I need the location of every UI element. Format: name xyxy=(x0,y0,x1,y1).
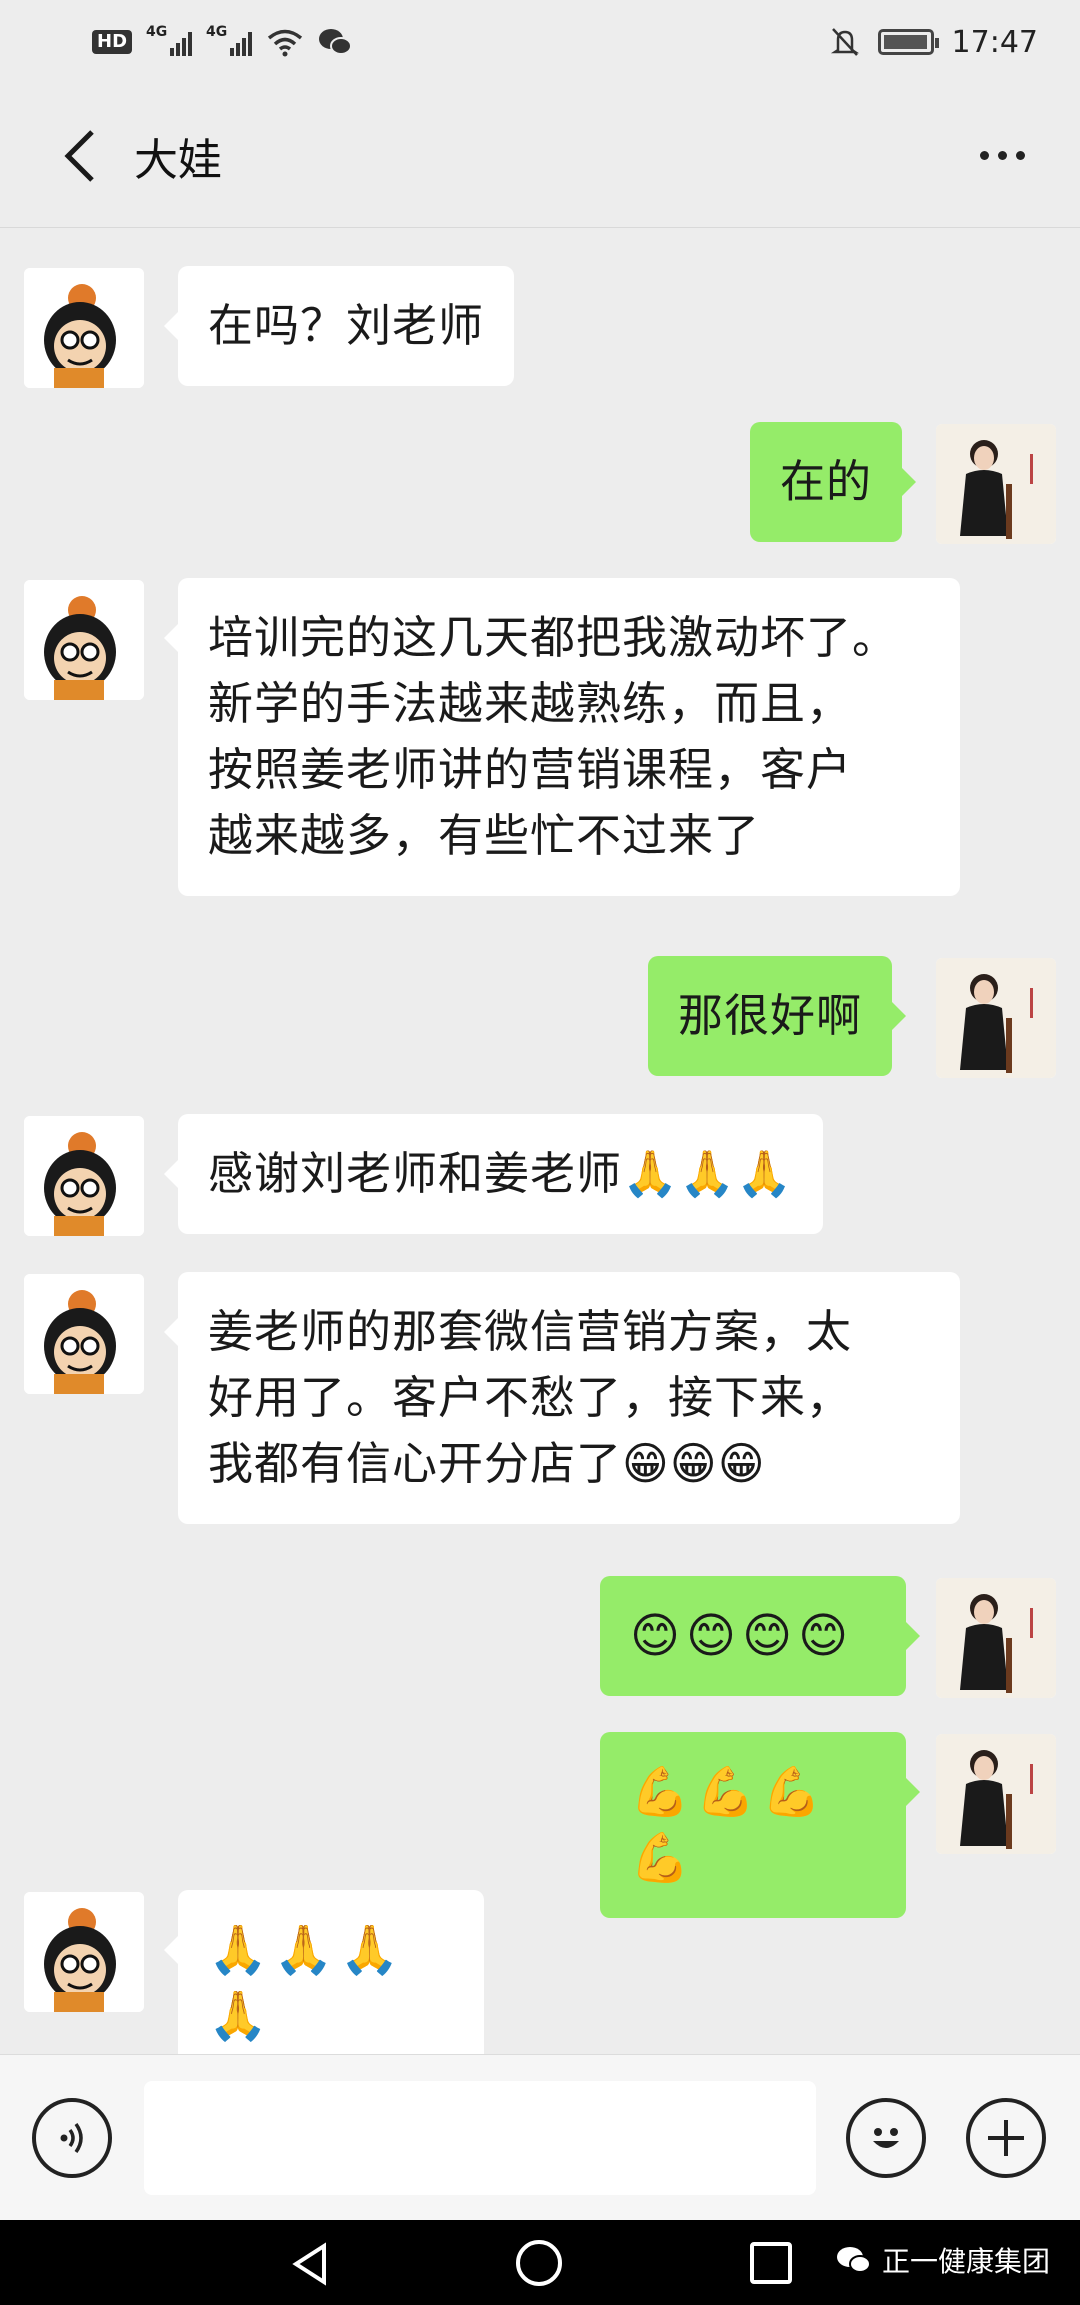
hd-badge: HD xyxy=(92,30,133,54)
contact-avatar[interactable] xyxy=(24,1892,144,2012)
emoji-button[interactable] xyxy=(846,2098,926,2178)
voice-icon xyxy=(60,2122,83,2154)
contact-avatar[interactable] xyxy=(24,580,144,700)
message-bubble-sent[interactable]: 那很好啊 xyxy=(648,956,907,1076)
message-bubble-received[interactable]: 在吗？刘老师 xyxy=(163,266,515,386)
message-bubble-received[interactable]: 感谢刘老师和姜老师🙏🙏🙏 xyxy=(163,1114,824,1234)
watermark-text: 正一健康集团 xyxy=(882,2245,1051,2278)
more-button[interactable] xyxy=(962,126,1042,186)
more-dots-icon xyxy=(979,151,989,160)
my-avatar[interactable] xyxy=(936,1578,1056,1698)
wechat-icon xyxy=(319,29,353,55)
message-bubble-received[interactable]: 🙏🙏🙏🙏 xyxy=(164,1890,484,2076)
status-right: 17:47 xyxy=(830,25,1038,60)
emoji-icon xyxy=(873,2128,899,2148)
contact-avatar[interactable] xyxy=(24,1274,144,1394)
voice-button[interactable] xyxy=(32,2098,112,2178)
chevron-left-icon xyxy=(64,129,94,182)
nav-back-icon[interactable] xyxy=(290,2242,330,2286)
battery-icon xyxy=(877,29,939,55)
message-bubble-sent[interactable]: 在的 xyxy=(750,422,917,542)
nav-recent-icon[interactable] xyxy=(750,2242,792,2284)
contact-avatar[interactable] xyxy=(24,1116,144,1236)
signal-label: 4G xyxy=(146,24,168,40)
watermark: 正一健康集团 xyxy=(836,2240,1050,2280)
system-nav-bar: 正一健康集团 xyxy=(0,2220,1080,2305)
message-bubble-received[interactable]: 培训完的这几天都把我激动坏了。 新学的手法越来越熟练，而且， 按照姜老师讲的营销… xyxy=(164,578,960,896)
signal-icon: 4G xyxy=(206,24,253,56)
wifi-icon xyxy=(267,29,303,57)
signal-icon: 4G xyxy=(146,24,193,56)
chat-area[interactable]: 在吗？刘老师 在的 培训完的这几天都把我激动坏了。 新学的手法越来越熟练，而且，… xyxy=(0,228,1080,2076)
dot xyxy=(997,151,1007,160)
message-bubble-sent[interactable]: 😊😊😊😊 xyxy=(600,1576,920,1696)
message-bubble-received[interactable]: 姜老师的那套微信营销方案，太 好用了。客户不愁了，接下来， 我都有信心开分店了😁… xyxy=(164,1272,960,1524)
status-left: HD 4G 4G xyxy=(92,24,353,57)
plus-icon xyxy=(988,2120,1024,2156)
wechat-logo-icon xyxy=(837,2247,871,2273)
my-avatar[interactable] xyxy=(936,424,1056,544)
status-bar: HD 4G 4G 17:47 xyxy=(0,0,1080,84)
chat-title: 大娃 xyxy=(134,134,222,186)
message-bubble-sent[interactable]: 💪💪💪💪 xyxy=(600,1732,920,1918)
message-input[interactable] xyxy=(144,2081,816,2195)
more-functions-button[interactable] xyxy=(966,2098,1046,2178)
signal-label: 4G xyxy=(206,24,228,40)
status-time: 17:47 xyxy=(951,24,1038,60)
my-avatar[interactable] xyxy=(936,1734,1056,1854)
dot xyxy=(1015,151,1025,160)
contact-avatar[interactable] xyxy=(24,268,144,388)
nav-home-icon[interactable] xyxy=(516,2240,562,2286)
mute-bell-icon xyxy=(830,28,859,56)
input-bar xyxy=(0,2054,1080,2220)
back-button[interactable] xyxy=(30,106,130,206)
chat-header: 大娃 xyxy=(0,84,1080,228)
my-avatar[interactable] xyxy=(936,958,1056,1078)
